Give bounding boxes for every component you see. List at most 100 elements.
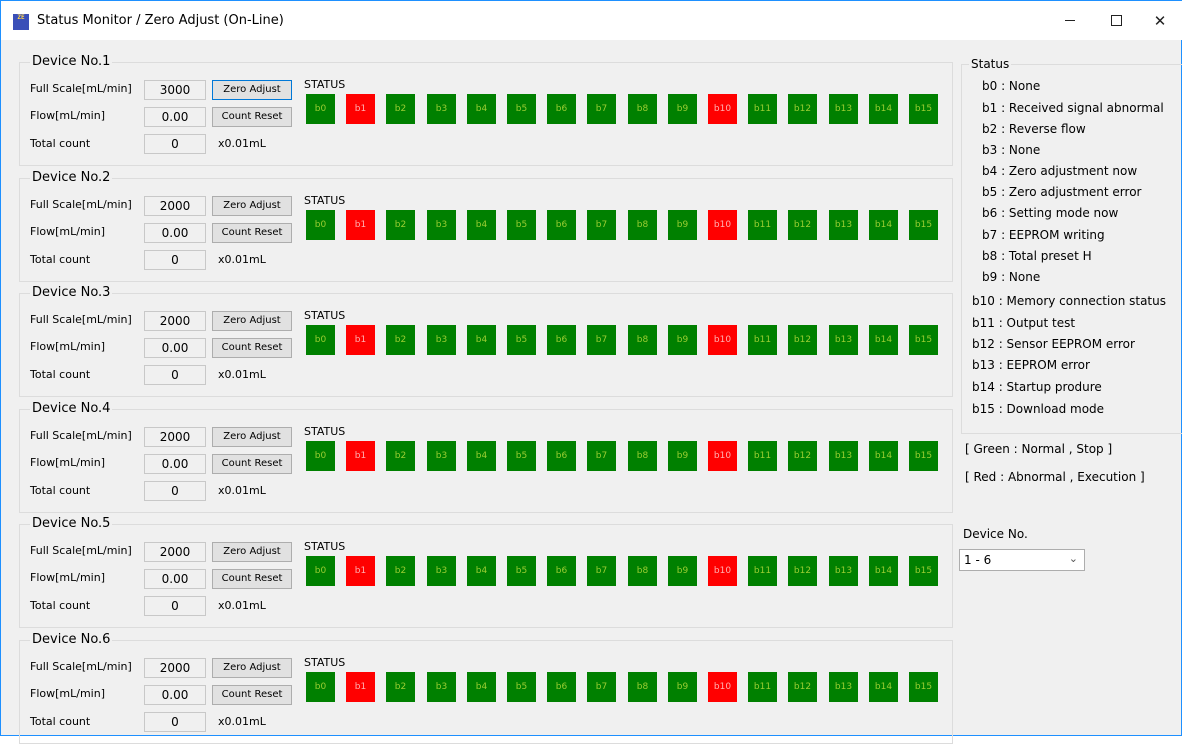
status-item-b1: b1 : Received signal abnormal bbox=[982, 101, 1164, 115]
status-bit-b10: b10 bbox=[708, 210, 737, 240]
minimize-button[interactable] bbox=[1047, 1, 1093, 41]
device-number-select[interactable]: 1 - 6 ⌄ bbox=[959, 549, 1085, 571]
total-count-unit: x0.01mL bbox=[218, 484, 266, 497]
status-label: STATUS bbox=[304, 309, 346, 322]
close-icon: ✕ bbox=[1153, 12, 1167, 30]
status-bit-b6: b6 bbox=[547, 672, 576, 702]
status-legend-panel: Status b0 : None b1 : Received signal abn… bbox=[961, 57, 1182, 434]
flow-value: 0.00 bbox=[144, 338, 206, 358]
status-bit-b12: b12 bbox=[788, 441, 817, 471]
count-reset-button[interactable]: Count Reset bbox=[212, 454, 292, 474]
status-bit-b8: b8 bbox=[628, 210, 657, 240]
status-bit-b0: b0 bbox=[306, 94, 335, 124]
status-item-b2: b2 : Reverse flow bbox=[982, 122, 1086, 136]
status-bit-b3: b3 bbox=[427, 556, 456, 586]
status-bit-b15: b15 bbox=[909, 556, 938, 586]
status-bit-b3: b3 bbox=[427, 672, 456, 702]
status-bit-b10: b10 bbox=[708, 94, 737, 124]
close-button[interactable]: ✕ bbox=[1137, 1, 1182, 41]
count-reset-button[interactable]: Count Reset bbox=[212, 223, 292, 243]
zero-adjust-button[interactable]: Zero Adjust bbox=[212, 80, 292, 100]
status-bit-b3: b3 bbox=[427, 94, 456, 124]
zero-adjust-button[interactable]: Zero Adjust bbox=[212, 311, 292, 331]
total-count-label: Total count bbox=[30, 253, 91, 266]
status-item-b13: b13 : EEPROM error bbox=[972, 358, 1090, 372]
flow-label: Flow[mL/min] bbox=[30, 687, 105, 700]
maximize-button[interactable] bbox=[1093, 1, 1139, 41]
total-count-label: Total count bbox=[30, 715, 91, 728]
status-bit-b15: b15 bbox=[909, 325, 938, 355]
device-number-label: Device No. bbox=[963, 527, 1028, 541]
status-item-b11: b11 : Output test bbox=[972, 316, 1076, 330]
status-bit-b12: b12 bbox=[788, 672, 817, 702]
status-bit-b3: b3 bbox=[427, 210, 456, 240]
full-scale-value: 2000 bbox=[144, 311, 206, 331]
status-bits-row: b0 b1 b2 b3 b4 b5 b6 b7 b8 b9 b10 b11 b12 b13 b14 b15 bbox=[306, 325, 946, 357]
status-bit-b9: b9 bbox=[668, 672, 697, 702]
status-bit-b13: b13 bbox=[829, 210, 858, 240]
status-item-b9: b9 : None bbox=[982, 270, 1041, 284]
status-bit-b11: b11 bbox=[748, 672, 777, 702]
zero-adjust-button[interactable]: Zero Adjust bbox=[212, 658, 292, 678]
total-count-value: 0 bbox=[144, 365, 206, 385]
status-bit-b4: b4 bbox=[467, 556, 496, 586]
device-group-6: Device No.6 Full Scale[mL/min] Flow[mL/min… bbox=[19, 632, 953, 744]
status-bit-b0: b0 bbox=[306, 441, 335, 471]
zero-adjust-button[interactable]: Zero Adjust bbox=[212, 196, 292, 216]
status-bits-row: b0 b1 b2 b3 b4 b5 b6 b7 b8 b9 b10 b11 b12 b13 b14 b15 bbox=[306, 210, 946, 242]
status-bit-b12: b12 bbox=[788, 94, 817, 124]
app-icon: ZE bbox=[13, 14, 29, 30]
flow-label: Flow[mL/min] bbox=[30, 109, 105, 122]
total-count-value: 0 bbox=[144, 250, 206, 270]
status-item-b4: b4 : Zero adjustment now bbox=[982, 164, 1138, 178]
flow-label: Flow[mL/min] bbox=[30, 571, 105, 584]
status-bit-b14: b14 bbox=[869, 210, 898, 240]
full-scale-value: 2000 bbox=[144, 427, 206, 447]
status-bit-b6: b6 bbox=[547, 556, 576, 586]
status-monitor-window: ZE Status Monitor / Zero Adjust (On-Line… bbox=[0, 0, 1182, 744]
status-item-b10: b10 : Memory connection status bbox=[972, 294, 1166, 308]
status-bit-b14: b14 bbox=[869, 94, 898, 124]
status-bit-b8: b8 bbox=[628, 94, 657, 124]
status-bit-b7: b7 bbox=[587, 325, 616, 355]
count-reset-button[interactable]: Count Reset bbox=[212, 107, 292, 127]
status-item-b6: b6 : Setting mode now bbox=[982, 206, 1119, 220]
total-count-value: 0 bbox=[144, 481, 206, 501]
device-group-1: Device No.1 Full Scale[mL/min] Flow[mL/min… bbox=[19, 54, 953, 166]
status-bit-b4: b4 bbox=[467, 672, 496, 702]
full-scale-value: 3000 bbox=[144, 80, 206, 100]
status-bits-row: b0 b1 b2 b3 b4 b5 b6 b7 b8 b9 b10 b11 b12 b13 b14 b15 bbox=[306, 556, 946, 588]
legend-red: [ Red : Abnormal , Execution ] bbox=[965, 470, 1145, 484]
status-bit-b1: b1 bbox=[346, 210, 375, 240]
count-reset-button[interactable]: Count Reset bbox=[212, 569, 292, 589]
status-bit-b1: b1 bbox=[346, 672, 375, 702]
status-bit-b4: b4 bbox=[467, 325, 496, 355]
status-bit-b6: b6 bbox=[547, 441, 576, 471]
status-bit-b14: b14 bbox=[869, 672, 898, 702]
status-item-b7: b7 : EEPROM writing bbox=[982, 228, 1105, 242]
status-bit-b2: b2 bbox=[386, 556, 415, 586]
total-count-unit: x0.01mL bbox=[218, 715, 266, 728]
status-bit-b12: b12 bbox=[788, 210, 817, 240]
status-bit-b5: b5 bbox=[507, 325, 536, 355]
status-bit-b12: b12 bbox=[788, 556, 817, 586]
status-bit-b2: b2 bbox=[386, 94, 415, 124]
count-reset-button[interactable]: Count Reset bbox=[212, 685, 292, 705]
title-bar: ZE Status Monitor / Zero Adjust (On-Line… bbox=[1, 0, 1182, 40]
zero-adjust-button[interactable]: Zero Adjust bbox=[212, 542, 292, 562]
device-title: Device No.5 bbox=[30, 516, 113, 531]
device-title: Device No.3 bbox=[30, 285, 113, 300]
status-bit-b9: b9 bbox=[668, 210, 697, 240]
total-count-label: Total count bbox=[30, 599, 91, 612]
count-reset-button[interactable]: Count Reset bbox=[212, 338, 292, 358]
status-bit-b10: b10 bbox=[708, 672, 737, 702]
status-bit-b13: b13 bbox=[829, 441, 858, 471]
flow-value: 0.00 bbox=[144, 685, 206, 705]
status-bit-b13: b13 bbox=[829, 94, 858, 124]
status-bit-b7: b7 bbox=[587, 441, 616, 471]
status-bit-b9: b9 bbox=[668, 94, 697, 124]
zero-adjust-button[interactable]: Zero Adjust bbox=[212, 427, 292, 447]
status-bit-b8: b8 bbox=[628, 325, 657, 355]
flow-label: Flow[mL/min] bbox=[30, 340, 105, 353]
device-number-value: 1 - 6 bbox=[964, 553, 992, 567]
